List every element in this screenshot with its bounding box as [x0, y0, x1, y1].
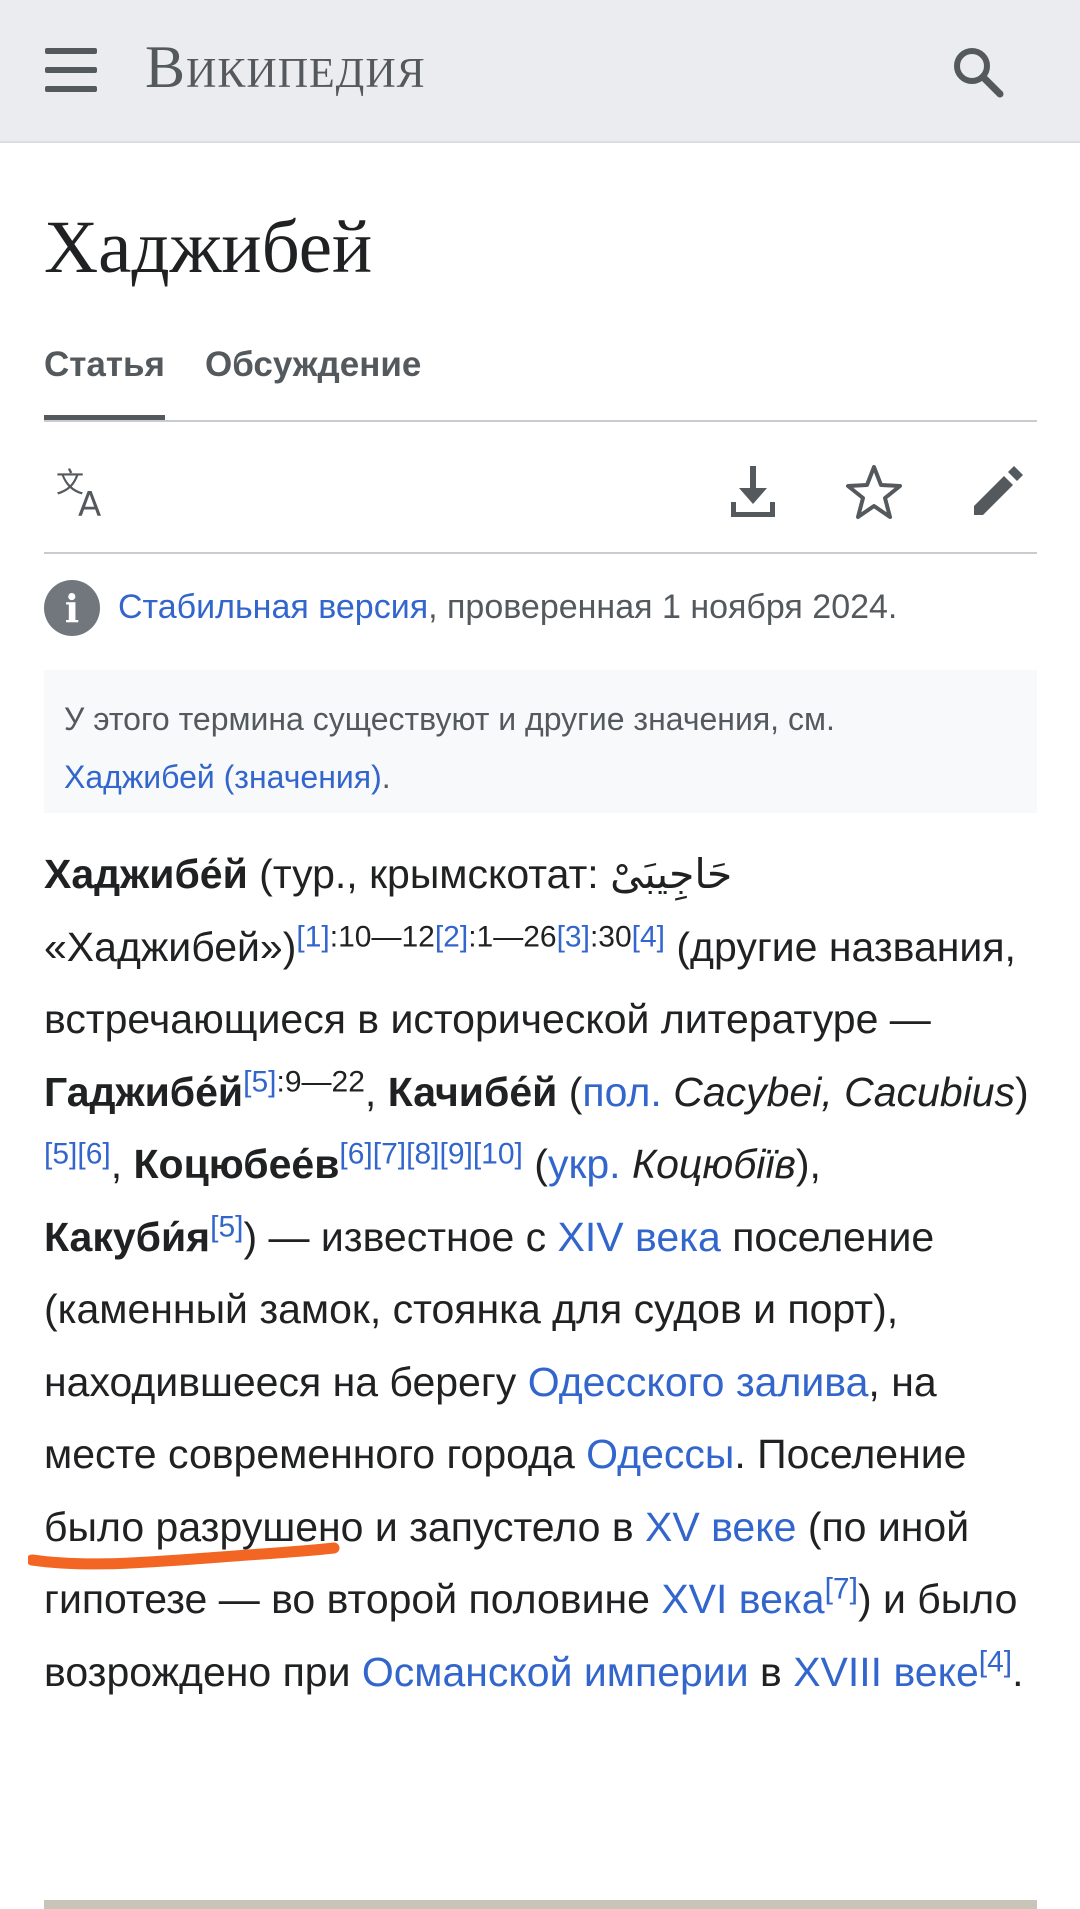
language-icon[interactable]: 文 A: [54, 462, 114, 522]
text: (: [522, 1141, 548, 1187]
ref-link[interactable]: [10]: [473, 1137, 523, 1170]
ref-link[interactable]: [6]: [339, 1137, 372, 1170]
ref-link[interactable]: [2]: [435, 920, 468, 953]
ref-link[interactable]: [4]: [979, 1645, 1012, 1678]
ref-link[interactable]: [1]: [296, 920, 329, 953]
ref-link[interactable]: [7]: [373, 1137, 406, 1170]
text: .: [1012, 1648, 1024, 1695]
ref-link[interactable]: [3]: [557, 920, 590, 953]
ref-pages: :30: [589, 919, 632, 953]
text: «Хаджибей»): [44, 923, 297, 970]
ref-link[interactable]: [5]: [243, 1065, 276, 1098]
text: ) — известное с: [243, 1213, 558, 1260]
ref-pages: :10—12: [329, 919, 435, 953]
hatnote-link[interactable]: Хаджибей (значения): [64, 759, 382, 795]
star-icon[interactable]: [844, 462, 904, 522]
info-icon: [44, 580, 100, 636]
link-xv-century[interactable]: XV веке: [645, 1504, 796, 1550]
term-variant: Коцюбее́в: [133, 1141, 340, 1187]
svg-text:A: A: [78, 485, 101, 522]
ref-link[interactable]: [5]: [210, 1210, 243, 1243]
text: в: [748, 1648, 794, 1695]
search-icon[interactable]: [950, 44, 1006, 100]
page-actions-toolbar: 文 A: [44, 422, 1037, 554]
link-xiv-century[interactable]: XIV века: [558, 1214, 721, 1260]
arabic-name: حَاجِيبَىْ: [610, 850, 733, 898]
ref-pages: :1—26: [468, 919, 557, 953]
app-header: Википедия: [0, 0, 1080, 143]
hatnote: У этого термина существуют и другие знач…: [44, 670, 1037, 813]
text: ,: [110, 1141, 134, 1187]
text: (: [557, 1068, 583, 1115]
hamburger-menu-icon[interactable]: [45, 48, 97, 92]
ref-link[interactable]: [8]: [406, 1137, 439, 1170]
latin-names: Cacybei, Cacubius: [661, 1068, 1016, 1115]
term-main: Хаджибе́й: [44, 851, 248, 897]
tab-discussion[interactable]: Обсуждение: [205, 345, 421, 385]
stable-version-link[interactable]: Стабильная версия: [118, 588, 428, 626]
edit-icon[interactable]: [966, 462, 1026, 522]
ref-link[interactable]: [5]: [44, 1137, 77, 1170]
ref-link[interactable]: [6]: [77, 1137, 110, 1170]
ref-pages: :9—22: [276, 1064, 365, 1098]
ukrainian-name: Коцюбіїв: [620, 1141, 796, 1187]
link-xvi-century[interactable]: XVI века: [661, 1576, 824, 1622]
page-tabs: Статья Обсуждение: [44, 345, 1037, 422]
lang-link-polish[interactable]: пол.: [582, 1069, 661, 1115]
ref-link[interactable]: [9]: [439, 1137, 472, 1170]
image-preview-strip: [44, 1900, 1037, 1909]
term-variant: Качибе́й: [387, 1068, 558, 1115]
download-icon[interactable]: [723, 462, 783, 522]
annotation-underline: [28, 1542, 340, 1570]
link-odessa[interactable]: Одессы: [586, 1431, 734, 1477]
hatnote-text: У этого термина существуют и другие знач…: [64, 701, 835, 737]
term-variant: Какуби́я: [44, 1213, 211, 1260]
text: (тур., крымскотат:: [247, 851, 611, 897]
link-xviii-century[interactable]: XVIII веке: [793, 1649, 979, 1695]
tab-article[interactable]: Статья: [44, 345, 165, 420]
lang-link-ukrainian[interactable]: укр.: [548, 1141, 621, 1187]
ref-link[interactable]: [7]: [825, 1572, 858, 1605]
text: ,: [364, 1068, 388, 1115]
text: ),: [795, 1141, 821, 1187]
wikipedia-wordmark[interactable]: Википедия: [145, 33, 426, 102]
link-ottoman-empire[interactable]: Османской империи: [362, 1649, 749, 1695]
term-variant: Гаджибе́й: [44, 1068, 244, 1115]
stable-version-text: , проверенная 1 ноября 2024.: [428, 588, 898, 626]
ref-link[interactable]: [4]: [632, 920, 665, 953]
link-odessa-bay[interactable]: Одесского залива: [528, 1359, 869, 1405]
text: ): [1015, 1068, 1029, 1115]
page-title: Хаджибей: [44, 206, 373, 289]
hatnote-end: .: [381, 759, 391, 795]
